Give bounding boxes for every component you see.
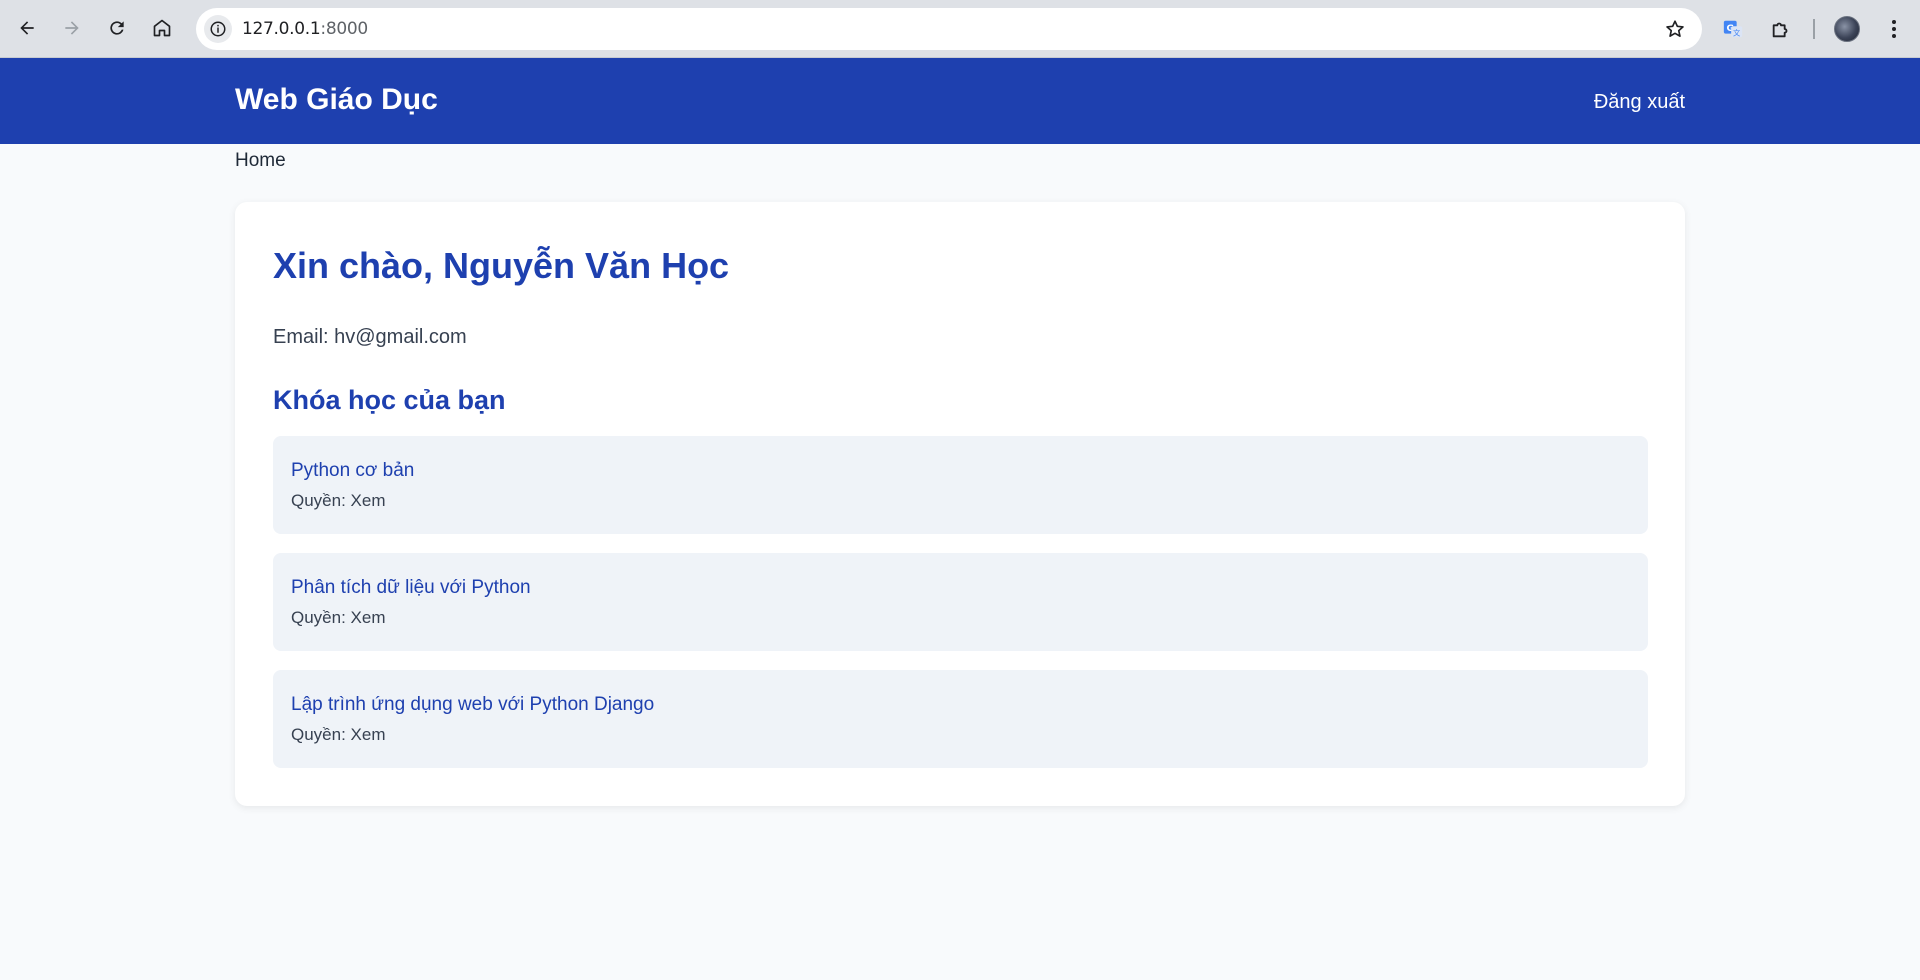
course-item: Python cơ bản Quyền: Xem — [273, 436, 1648, 534]
google-translate-extension[interactable]: G文 — [1716, 12, 1750, 46]
course-title-link[interactable]: Python cơ bản — [291, 460, 414, 482]
url-text[interactable]: 127.0.0.1:8000 — [242, 19, 368, 39]
back-button[interactable] — [9, 10, 45, 46]
site-brand[interactable]: Web Giáo Dục — [235, 83, 438, 117]
puzzle-icon — [1772, 22, 1788, 38]
translate-icon: G文 — [1723, 20, 1743, 37]
reload-button[interactable] — [99, 10, 135, 46]
url-host: 127.0.0.1 — [242, 19, 321, 39]
arrow-right-icon — [65, 21, 79, 35]
course-permission: Quyền: Xem — [291, 491, 386, 510]
course-permission: Quyền: Xem — [291, 725, 386, 744]
bookmark-star-icon[interactable] — [1664, 18, 1686, 40]
home-icon — [153, 19, 171, 37]
address-bar[interactable]: 127.0.0.1:8000 — [196, 8, 1702, 50]
svg-text:文: 文 — [1733, 28, 1741, 37]
browser-toolbar: 127.0.0.1:8000 G文 — [0, 0, 1920, 58]
course-item: Phân tích dữ liệu với Python Quyền: Xem — [273, 553, 1648, 651]
toolbar-divider — [1813, 19, 1815, 39]
home-button[interactable] — [144, 10, 180, 46]
site-header: Web Giáo Dục Đăng xuất — [0, 58, 1920, 144]
extensions-button[interactable] — [1764, 12, 1798, 46]
course-title-link[interactable]: Phân tích dữ liệu với Python — [291, 577, 531, 599]
course-permission: Quyền: Xem — [291, 608, 386, 627]
breadcrumb-home[interactable]: Home — [235, 150, 286, 172]
reload-icon — [110, 21, 124, 35]
browser-menu-button[interactable] — [1880, 12, 1908, 46]
url-port: :8000 — [320, 19, 368, 39]
profile-avatar[interactable] — [1834, 16, 1860, 42]
course-title-link[interactable]: Lập trình ứng dụng web với Python Django — [291, 694, 654, 716]
site-info-icon[interactable] — [204, 15, 232, 43]
arrow-left-icon — [20, 21, 34, 35]
more-vert-icon — [1892, 20, 1896, 38]
courses-heading: Khóa học của bạn — [273, 385, 506, 415]
course-item: Lập trình ứng dụng web với Python Django… — [273, 670, 1648, 768]
forward-button[interactable] — [54, 10, 90, 46]
logout-link[interactable]: Đăng xuất — [1594, 91, 1685, 114]
profile-card: Xin chào, Nguyễn Văn Học Email: hv@gmail… — [235, 202, 1685, 806]
user-email: Email: hv@gmail.com — [273, 326, 467, 348]
greeting-heading: Xin chào, Nguyễn Văn Học — [273, 245, 730, 286]
